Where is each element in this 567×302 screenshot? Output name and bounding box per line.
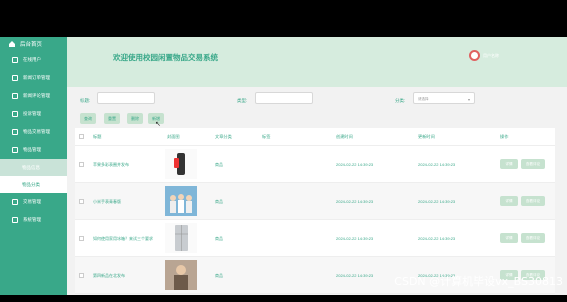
sidebar-item-online-users[interactable]: 在线用户 — [0, 51, 67, 69]
category-filter-select[interactable]: 请选择 ▾ — [413, 92, 475, 104]
sidebar-subitem-label: 物品分类 — [22, 181, 40, 187]
avatar[interactable] — [469, 50, 480, 61]
title-filter-label: 标题: — [80, 98, 91, 103]
goods-icon — [12, 147, 18, 153]
row-category: 商品 — [215, 199, 223, 204]
sidebar-item-label: 系统管理 — [23, 217, 41, 222]
row-created-time: 2024-02-22 14:39:23 — [336, 162, 374, 167]
sidebar-item-label: 物品交易管理 — [23, 129, 50, 134]
row-updated-time: 2024-02-22 14:39:23 — [418, 162, 456, 167]
column-header: 操作 — [500, 134, 509, 139]
order-icon — [12, 75, 18, 81]
row-title: 小米手表青春版 — [93, 199, 121, 204]
csdn-watermark: CSDN @计算机毕设vx_BS30813 — [394, 275, 563, 288]
sidebar-item-complaints[interactable]: 投诉管理 — [0, 105, 67, 123]
column-header: 标签 — [262, 134, 271, 139]
sidebar-item-home[interactable]: 后台首页 — [0, 37, 67, 51]
row-title: 第四新品在北发布 — [93, 273, 125, 278]
row-title: 如何使用家用冰箱？来试三个要求 — [93, 236, 153, 241]
title-filter-input[interactable] — [97, 92, 155, 104]
category-select-placeholder: 请选择 — [418, 97, 429, 101]
table-header: 标题 封面图 文章分类 标签 创建时间 更新时间 操作 — [75, 128, 555, 146]
row-updated-time: 2024-02-22 14:39:23 — [418, 236, 456, 241]
sidebar-item-label: 新闻订单管理 — [23, 75, 50, 80]
row-created-time: 2024-02-22 14:39:23 — [336, 236, 374, 241]
type-filter-label: 类型: — [237, 98, 248, 103]
view-comments-button[interactable]: 查看评论 — [521, 196, 545, 206]
sidebar-item-label: 物品管理 — [23, 147, 41, 152]
row-cover-image — [165, 260, 197, 290]
deal-icon — [12, 199, 18, 205]
page-title: 欢迎使用校园闲置物品交易系统 — [113, 53, 218, 62]
complaint-icon — [12, 111, 18, 117]
row-checkbox[interactable] — [79, 236, 84, 241]
sidebar-item-system[interactable]: 系统管理 — [0, 211, 67, 229]
delete-button[interactable]: 删除 — [127, 113, 143, 124]
row-cover-image — [165, 149, 197, 179]
table-row: 小米手表青春版 商品 2024-02-22 14:39:23 2024-02-2… — [75, 183, 555, 220]
column-header: 更新时间 — [418, 134, 435, 139]
column-header: 文章分类 — [215, 134, 232, 139]
category-filter-label: 分类: — [395, 98, 406, 103]
row-category: 商品 — [215, 273, 223, 278]
sidebar-item-deals[interactable]: 交易管理 — [0, 193, 67, 211]
chevron-down-icon: ▾ — [467, 97, 470, 102]
table-row: 苹果多彩表圈并发布 商品 2024-02-22 14:39:23 2024-02… — [75, 146, 555, 183]
top-header: 欢迎使用校园闲置物品交易系统 用户名称 — [67, 37, 567, 87]
reset-button[interactable]: 重置 — [104, 113, 120, 124]
user-name[interactable]: 用户名称 — [483, 53, 499, 59]
action-bar: 查询 重置 删除 新增 ↖ — [75, 113, 555, 129]
cursor-icon: ↖ — [155, 121, 161, 128]
search-button[interactable]: 查询 — [80, 113, 96, 124]
view-comments-button[interactable]: 查看评论 — [521, 159, 545, 169]
row-created-time: 2024-02-22 14:39:23 — [336, 273, 374, 278]
goods-table: 标题 封面图 文章分类 标签 创建时间 更新时间 操作 苹果多彩表圈并发布 商品… — [75, 128, 555, 294]
system-icon — [12, 217, 18, 223]
row-cover-image — [165, 223, 197, 253]
detail-button[interactable]: 详情 — [500, 196, 518, 206]
sidebar-item-label: 在线用户 — [23, 57, 41, 62]
sidebar-submenu: 物品信息 物品分类 — [0, 159, 67, 193]
filter-bar: 标题: 类型: 分类: 请选择 ▾ — [75, 92, 555, 112]
comment-icon — [12, 93, 18, 99]
sidebar-item-label: 投诉管理 — [23, 111, 41, 116]
user-icon — [12, 57, 18, 63]
row-category: 商品 — [215, 236, 223, 241]
sidebar: 后台首页 在线用户 新闻订单管理 新闻评论管理 投诉管理 物品交易管理 物品管理 — [0, 37, 67, 295]
select-all-checkbox[interactable] — [79, 134, 84, 139]
sidebar-item-orders[interactable]: 新闻订单管理 — [0, 69, 67, 87]
column-header: 封面图 — [167, 134, 180, 139]
trade-icon — [12, 129, 18, 135]
sidebar-item-goods[interactable]: 物品管理 — [0, 141, 67, 159]
view-comments-button[interactable]: 查看评论 — [521, 233, 545, 243]
row-checkbox[interactable] — [79, 162, 84, 167]
sidebar-item-trades[interactable]: 物品交易管理 — [0, 123, 67, 141]
row-checkbox[interactable] — [79, 199, 84, 204]
sidebar-subitem-label: 物品信息 — [22, 164, 40, 170]
sidebar-item-comments[interactable]: 新闻评论管理 — [0, 87, 67, 105]
row-created-time: 2024-02-22 14:39:23 — [336, 199, 374, 204]
table-row: 如何使用家用冰箱？来试三个要求 商品 2024-02-22 14:39:23 2… — [75, 220, 555, 257]
main-content: 标题: 类型: 分类: 请选择 ▾ 查询 重置 删除 新增 ↖ 标题 封面图 文… — [75, 92, 555, 294]
sidebar-subitem-goods-info[interactable]: 物品信息 — [0, 159, 67, 176]
row-cover-image — [165, 186, 197, 216]
row-category: 商品 — [215, 162, 223, 167]
column-header: 创建时间 — [336, 134, 353, 139]
app-screen: 后台首页 在线用户 新闻订单管理 新闻评论管理 投诉管理 物品交易管理 物品管理 — [0, 37, 567, 295]
row-title: 苹果多彩表圈并发布 — [93, 162, 129, 167]
type-filter-input[interactable] — [255, 92, 313, 104]
sidebar-item-label: 新闻评论管理 — [23, 93, 50, 98]
sidebar-item-label: 交易管理 — [23, 199, 41, 204]
detail-button[interactable]: 详情 — [500, 159, 518, 169]
home-icon — [8, 40, 16, 48]
row-checkbox[interactable] — [79, 273, 84, 278]
detail-button[interactable]: 详情 — [500, 233, 518, 243]
column-header: 标题 — [93, 134, 102, 139]
row-updated-time: 2024-02-22 14:39:23 — [418, 199, 456, 204]
sidebar-subitem-goods-category[interactable]: 物品分类 — [0, 176, 67, 193]
sidebar-item-label: 后台首页 — [20, 42, 43, 48]
